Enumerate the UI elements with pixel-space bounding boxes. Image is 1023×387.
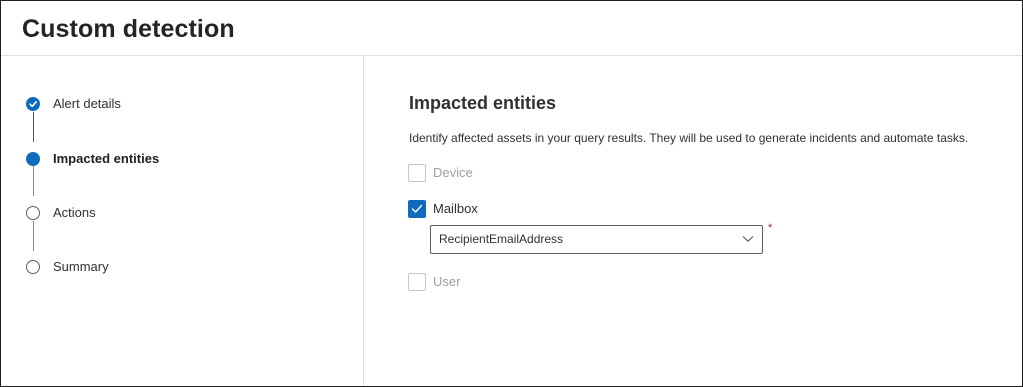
wizard-steps: Alert details Impacted entities Actions … xyxy=(1,56,364,386)
user-checkbox[interactable] xyxy=(408,273,426,291)
main-panel: Impacted entities Identify affected asse… xyxy=(364,56,1022,386)
device-label: Device xyxy=(433,165,473,180)
step-completed-icon xyxy=(26,97,40,111)
mailbox-checkbox[interactable] xyxy=(408,200,426,218)
dropdown-selected-value: RecipientEmailAddress xyxy=(439,232,564,246)
custom-detection-window: Custom detection Alert details Impacted … xyxy=(0,0,1023,387)
section-title: Impacted entities xyxy=(409,93,557,113)
step-connector xyxy=(33,112,34,142)
step-upcoming-icon xyxy=(26,260,40,274)
section-description: Identify affected assets in your query r… xyxy=(409,131,969,145)
step-connector xyxy=(33,221,34,251)
device-checkbox[interactable] xyxy=(408,164,426,182)
checkmark-icon xyxy=(411,204,423,213)
mailbox-field-dropdown[interactable]: RecipientEmailAddress xyxy=(430,225,763,254)
required-marker: * xyxy=(768,222,773,234)
mailbox-label: Mailbox xyxy=(433,201,478,216)
step-label: Actions xyxy=(53,205,96,220)
step-upcoming-icon xyxy=(26,206,40,220)
step-connector xyxy=(33,166,34,196)
user-label: User xyxy=(433,274,461,289)
step-label: Summary xyxy=(53,259,109,274)
step-label: Alert details xyxy=(53,96,121,111)
page-title: Custom detection xyxy=(22,15,235,43)
step-label: Impacted entities xyxy=(53,151,160,166)
chevron-down-icon xyxy=(742,236,754,243)
step-current-icon xyxy=(26,152,40,166)
header: Custom detection xyxy=(1,1,1022,56)
checkmark-icon xyxy=(29,101,37,108)
